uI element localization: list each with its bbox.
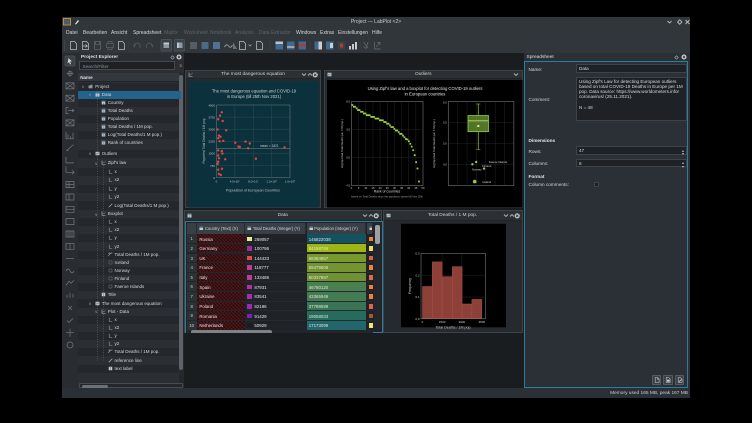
svg-text:Norway: Norway <box>472 167 482 171</box>
svg-text:T: T <box>109 367 111 371</box>
svg-text:based on Total Deaths since th: based on Total Deaths since the pandemic… <box>351 194 423 198</box>
svg-text:4500: 4500 <box>208 103 215 107</box>
svg-text:4500: 4500 <box>478 320 485 324</box>
svg-text:Rank of countries: Rank of countries <box>373 189 400 193</box>
svg-text:Using Zipf's law and a boxplot: Using Zipf's law and a boxplot for detec… <box>367 86 482 91</box>
svg-text:Population of European Countri: Population of European Countries <box>226 188 280 192</box>
svg-text:3000: 3000 <box>208 127 215 131</box>
svg-text:1500: 1500 <box>438 320 445 324</box>
svg-text:4.5: 4.5 <box>443 162 447 166</box>
svg-text:3750: 3750 <box>208 115 215 119</box>
svg-text:Faeroe Islands: Faeroe Islands <box>488 160 507 164</box>
svg-text:Frequency: Frequency <box>408 278 412 294</box>
svg-text:T: T <box>103 293 105 297</box>
svg-text:3000: 3000 <box>458 320 465 324</box>
svg-text:0.0: 0.0 <box>415 317 420 321</box>
svg-text:1500: 1500 <box>208 151 215 155</box>
svg-text:0.2: 0.2 <box>415 273 420 277</box>
svg-text:4.0×10⁷: 4.0×10⁷ <box>230 179 240 183</box>
svg-text:Total Deaths / 1M pop.: Total Deaths / 1M pop. <box>435 326 471 330</box>
svg-text:mean = 1821: mean = 1821 <box>260 143 279 147</box>
svg-text:1.2×10⁸: 1.2×10⁸ <box>266 179 277 183</box>
svg-text:in European countries: in European countries <box>404 91 445 96</box>
svg-text:2250: 2250 <box>208 139 215 143</box>
svg-text:750: 750 <box>210 163 215 167</box>
svg-text:5.0: 5.0 <box>443 141 447 145</box>
svg-text:Finland: Finland <box>482 164 492 168</box>
svg-text:log(reported Total Deaths per: log(reported Total Deaths per 1 M pop.) <box>340 119 344 168</box>
svg-text:6.0: 6.0 <box>346 99 350 103</box>
svg-text:8.0×10⁷: 8.0×10⁷ <box>248 179 258 183</box>
svg-text:5.5: 5.5 <box>346 127 350 131</box>
svg-text:The most dangerous equation an: The most dangerous equation and COVID-19 <box>212 88 297 93</box>
svg-text:Iceland: Iceland <box>482 179 491 183</box>
svg-text:log(reported Total Deaths per: log(reported Total Deaths per 1 M pop.) <box>432 119 436 168</box>
svg-text:0.1: 0.1 <box>415 295 420 299</box>
svg-text:5.0: 5.0 <box>346 155 350 159</box>
svg-text:1.6×10⁸: 1.6×10⁸ <box>285 179 296 183</box>
svg-text:6.0: 6.0 <box>443 100 447 104</box>
svg-text:5.5: 5.5 <box>443 120 447 124</box>
svg-text:0.3: 0.3 <box>415 252 420 256</box>
svg-text:Reported Total Deaths / 1M pop: Reported Total Deaths / 1M pop <box>202 118 206 163</box>
svg-text:in Europe (till 25th Nov 2021): in Europe (till 25th Nov 2021) <box>227 94 282 99</box>
svg-text:4.5: 4.5 <box>346 183 350 187</box>
